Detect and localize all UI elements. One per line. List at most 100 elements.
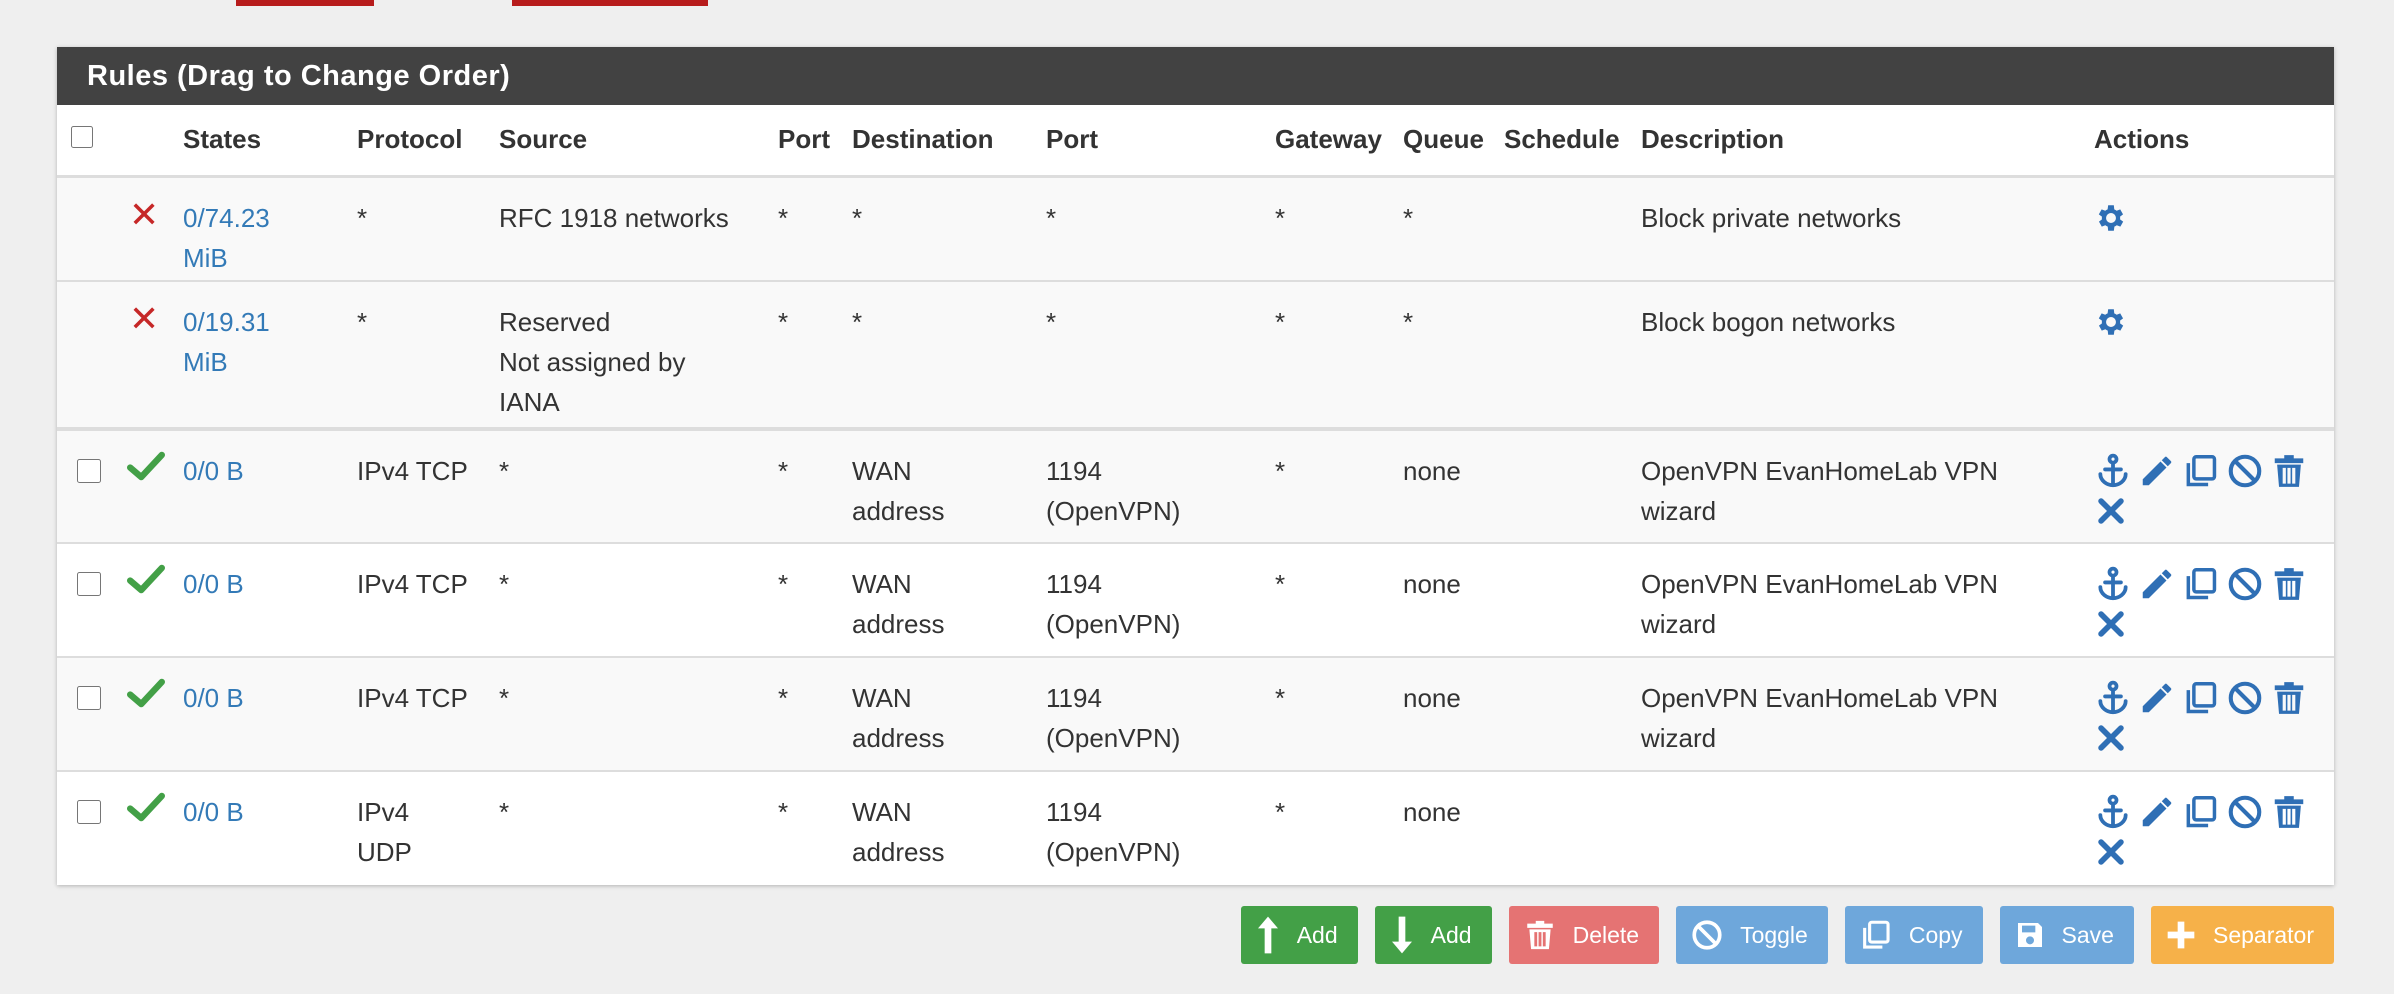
schedule-cell [1504,280,1641,429]
button-bar: Add Add Delete Toggle Copy Save Separato… [1240,906,2334,964]
copy-icon[interactable] [2182,452,2220,490]
col-queue: Queue [1403,105,1504,178]
destination-cell: WAN address [852,542,1046,657]
gateway-cell: * [1275,280,1403,429]
description-cell: Block private networks [1641,175,2094,281]
copy-button[interactable]: Copy [1844,906,1983,964]
dest-port-cell: 1194 (OpenVPN) [1046,770,1275,885]
source-cell: * [499,656,778,771]
source-port-cell: * [778,542,852,657]
source-cell: * [499,770,778,885]
x-icon[interactable] [2094,494,2128,528]
gateway-cell: * [1275,770,1403,885]
trash-icon[interactable] [2270,565,2308,603]
top-tab-1[interactable] [236,0,374,6]
description-cell: Block bogon networks [1641,280,2094,429]
disable-icon [1692,920,1722,950]
row-checkbox[interactable] [77,686,101,710]
destination-cell: WAN address [852,656,1046,771]
row-checkbox[interactable] [77,459,101,483]
col-schedule: Schedule [1504,105,1641,178]
table-row[interactable]: 0/0 B IPv4 TCP * * WAN address 1194 (OpenV… [57,656,2334,771]
row-checkbox[interactable] [77,800,101,824]
states-link[interactable]: 0/19.31 MiB [183,280,357,429]
gateway-cell: * [1275,542,1403,657]
protocol-cell: * [357,175,499,281]
x-icon[interactable] [2094,721,2128,755]
x-icon[interactable] [2094,607,2128,641]
protocol-cell: IPv4 TCP [357,656,499,771]
gateway-cell: * [1275,656,1403,771]
states-link[interactable]: 0/0 B [183,427,357,543]
protocol-cell: * [357,280,499,429]
anchor-icon[interactable] [2094,679,2132,717]
dest-port-cell: * [1046,280,1275,429]
queue-cell: * [1403,175,1504,281]
disable-icon[interactable] [2226,565,2264,603]
source-cell: * [499,542,778,657]
states-link[interactable]: 0/0 B [183,770,357,885]
arrow-up-icon [1257,916,1278,954]
gear-icon[interactable] [2094,305,2128,339]
pencil-icon[interactable] [2138,452,2176,490]
destination-cell: * [852,175,1046,281]
source-cell: * [499,427,778,543]
add-bottom-button[interactable]: Add [1374,906,1492,964]
states-link[interactable]: 0/74.23 MiB [183,175,357,281]
gear-icon[interactable] [2094,201,2128,235]
anchor-icon[interactable] [2094,452,2132,490]
table-row[interactable]: ✕ 0/74.23 MiB * RFC 1918 networks * * * *… [57,175,2334,281]
copy-icon[interactable] [2182,793,2220,831]
trash-icon[interactable] [2270,452,2308,490]
schedule-cell [1504,427,1641,543]
table-row[interactable]: 0/0 B IPv4 UDP * * WAN address 1194 (OpenVP… [57,770,2334,885]
queue-cell: * [1403,280,1504,429]
trash-icon[interactable] [2270,679,2308,717]
blocked-x-icon: ✕ [129,298,160,339]
select-all-checkbox[interactable] [71,125,93,148]
col-destination: Destination [852,105,1046,178]
table-row[interactable]: 0/0 B IPv4 TCP * * WAN address 1194 (OpenV… [57,427,2334,543]
row-actions [2094,770,2334,885]
x-icon[interactable] [2094,835,2128,869]
destination-cell: * [852,280,1046,429]
copy-icon[interactable] [2182,679,2220,717]
plus-icon [2167,921,2195,949]
dest-port-cell: 1194 (OpenVPN) [1046,427,1275,543]
add-top-button[interactable]: Add [1240,906,1358,964]
description-cell: OpenVPN EvanHomeLab VPN wizard [1641,427,2094,543]
disable-icon[interactable] [2226,679,2264,717]
table-row[interactable]: 0/0 B IPv4 TCP * * WAN address 1194 (OpenV… [57,542,2334,657]
top-tab-2[interactable] [512,0,708,6]
dest-port-cell: 1194 (OpenVPN) [1046,656,1275,771]
pencil-icon[interactable] [2138,679,2176,717]
pencil-icon[interactable] [2138,793,2176,831]
row-checkbox[interactable] [77,572,101,596]
separator-button[interactable]: Separator [2150,906,2334,964]
description-cell: OpenVPN EvanHomeLab VPN wizard [1641,656,2094,771]
copy-icon[interactable] [2182,565,2220,603]
table-row[interactable]: ✕ 0/19.31 MiB * Reserved Not assigned by IA… [57,280,2334,429]
states-link[interactable]: 0/0 B [183,656,357,771]
pencil-icon[interactable] [2138,565,2176,603]
source-port-cell: * [778,427,852,543]
col-description: Description [1641,105,2094,178]
anchor-icon[interactable] [2094,793,2132,831]
blocked-x-icon: ✕ [129,193,160,235]
destination-cell: WAN address [852,770,1046,885]
check-icon [126,449,165,494]
trash-icon[interactable] [2270,793,2308,831]
queue-cell: none [1403,542,1504,657]
save-button[interactable]: Save [1999,906,2134,964]
toggle-button[interactable]: Toggle [1676,906,1828,964]
dest-port-cell: * [1046,175,1275,281]
disable-icon[interactable] [2226,793,2264,831]
gateway-cell: * [1275,427,1403,543]
delete-button[interactable]: Delete [1508,906,1660,964]
disable-icon[interactable] [2226,452,2264,490]
protocol-cell: IPv4 TCP [357,427,499,543]
source-port-cell: * [778,656,852,771]
states-link[interactable]: 0/0 B [183,542,357,657]
source-cell: RFC 1918 networks [499,175,778,281]
anchor-icon[interactable] [2094,565,2132,603]
